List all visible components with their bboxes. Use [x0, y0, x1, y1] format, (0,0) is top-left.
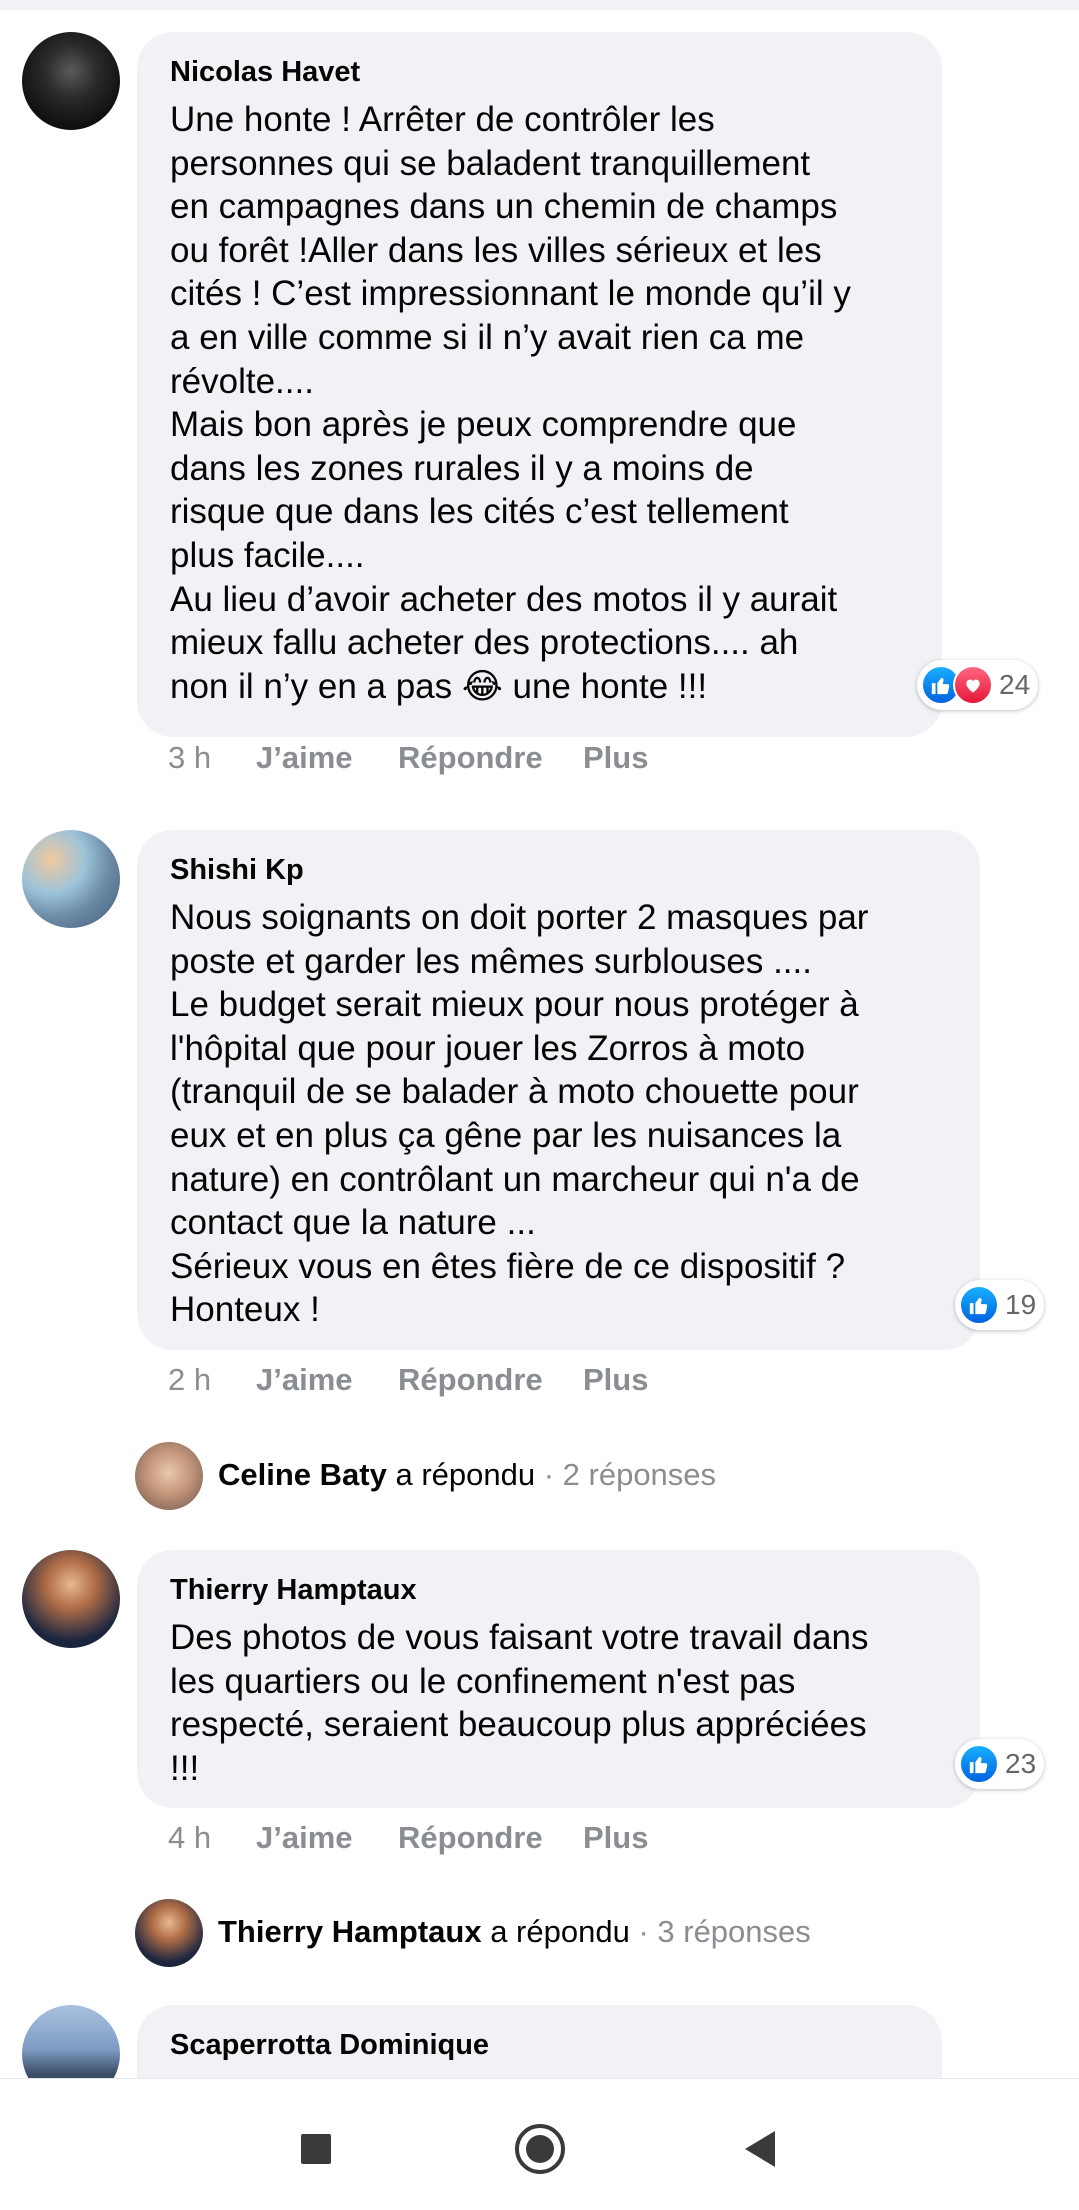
top-divider [0, 0, 1079, 10]
like-button[interactable]: J’aime [256, 740, 353, 776]
comment-text: Des photos de vous faisant votre travail… [170, 1618, 869, 1788]
reply-count: · 3 réponses [638, 1914, 811, 1949]
reply-verb: a répondu [490, 1914, 630, 1949]
avatar [135, 1442, 203, 1510]
reaction-summary[interactable]: 23 [955, 1739, 1045, 1789]
square-icon[interactable] [276, 2109, 356, 2189]
avatar[interactable] [22, 2005, 120, 2078]
comments-feed[interactable]: Nicolas Havet Une honte ! Arrêter de con… [0, 10, 1079, 2078]
comment-bubble[interactable]: Nicolas Havet Une honte ! Arrêter de con… [137, 32, 942, 737]
more-button[interactable]: Plus [583, 740, 648, 776]
triangle-back-icon[interactable] [720, 2109, 800, 2189]
comment-text: Une honte ! Arrêter de contrôler les per… [170, 100, 851, 706]
reaction-summary[interactable]: 19 [955, 1280, 1045, 1330]
reply-summary[interactable]: Thierry Hamptaux a répondu · 3 réponses [218, 1914, 811, 1950]
reaction-count: 23 [1005, 1748, 1037, 1779]
comment-author[interactable]: Scaperrotta Dominique [170, 2025, 910, 2065]
reply-button[interactable]: Répondre [398, 1820, 543, 1856]
like-reaction-icon [959, 1744, 999, 1784]
reply-author: Thierry Hamptaux [218, 1914, 482, 1949]
love-reaction-icon [953, 665, 993, 705]
reaction-count: 24 [999, 669, 1031, 700]
avatar[interactable] [22, 1550, 120, 1648]
reply-button[interactable]: Répondre [398, 740, 543, 776]
comment-text: Nous soignants on doit porter 2 masques … [170, 898, 869, 1330]
comment-author[interactable]: Nicolas Havet [170, 52, 910, 92]
more-button[interactable]: Plus [583, 1362, 648, 1398]
comment-author[interactable]: Thierry Hamptaux [170, 1570, 948, 1610]
reaction-count: 19 [1005, 1289, 1037, 1320]
reply-button[interactable]: Répondre [398, 1362, 543, 1398]
android-navigation-bar [0, 2078, 1079, 2210]
reply-author: Celine Baty [218, 1457, 387, 1492]
comment-bubble[interactable]: Thierry Hamptaux Des photos de vous fais… [137, 1550, 980, 1808]
avatar[interactable] [22, 32, 120, 130]
like-reaction-icon [959, 1285, 999, 1325]
like-button[interactable]: J’aime [256, 1820, 353, 1856]
comment-bubble[interactable]: Scaperrotta Dominique [137, 2005, 942, 2078]
reaction-summary[interactable]: 24 [917, 660, 1039, 710]
reply-verb: a répondu [395, 1457, 536, 1492]
like-button[interactable]: J’aime [256, 1362, 353, 1398]
comment-time[interactable]: 3 h [168, 740, 211, 776]
avatar [135, 1899, 203, 1967]
comment-author[interactable]: Shishi Kp [170, 850, 948, 890]
circle-home-icon[interactable] [500, 2109, 580, 2189]
reply-summary[interactable]: Celine Baty a répondu · 2 réponses [218, 1457, 716, 1493]
comment-time[interactable]: 2 h [168, 1362, 211, 1398]
reply-count: · 2 réponses [543, 1457, 717, 1492]
more-button[interactable]: Plus [583, 1820, 648, 1856]
avatar[interactable] [22, 830, 120, 928]
comment-time[interactable]: 4 h [168, 1820, 211, 1856]
comment-bubble[interactable]: Shishi Kp Nous soignants on doit porter … [137, 830, 980, 1350]
